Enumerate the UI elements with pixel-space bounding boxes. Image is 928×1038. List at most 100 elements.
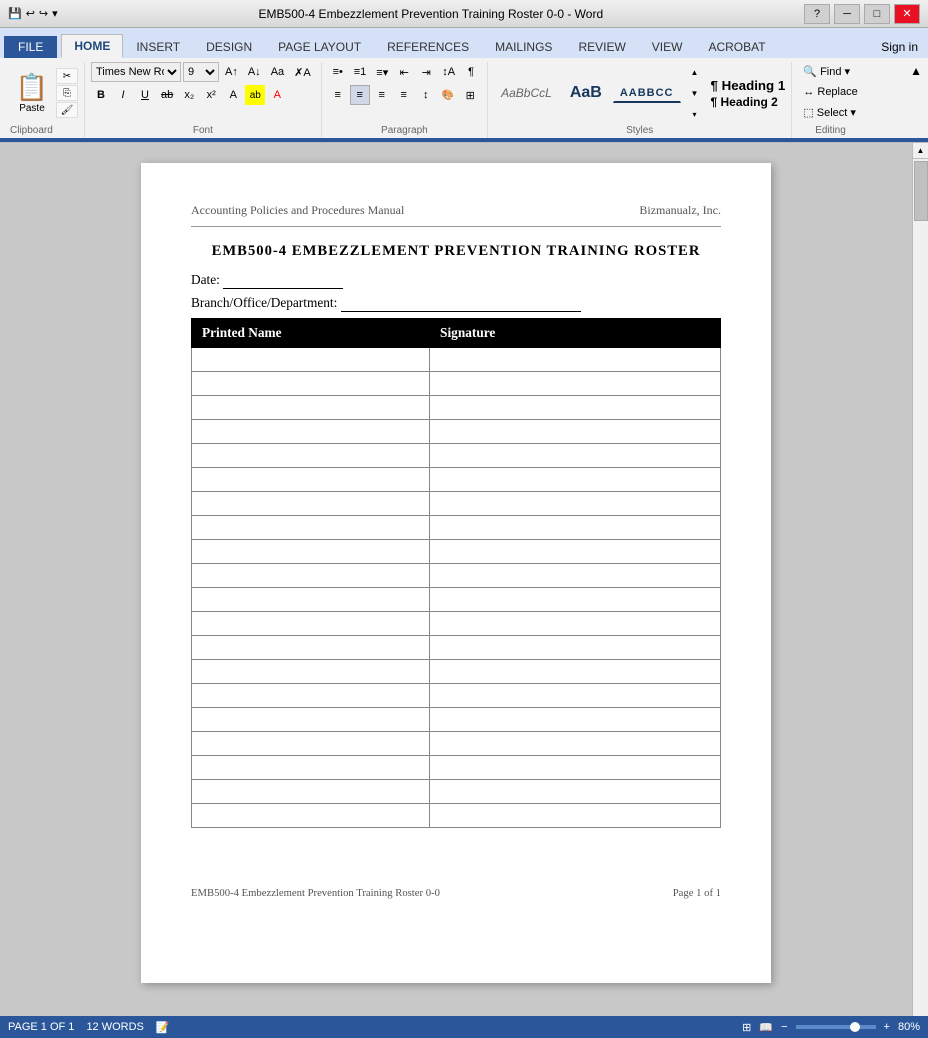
format-painter-button[interactable]: 🖌 [56,102,78,118]
name-cell[interactable] [192,636,430,660]
tab-home[interactable]: HOME [61,34,123,58]
table-row[interactable] [192,588,721,612]
font-size-select[interactable]: 9 [183,62,219,82]
table-row[interactable] [192,564,721,588]
increase-indent-button[interactable]: ⇥ [416,62,436,82]
table-row[interactable] [192,612,721,636]
change-case-button[interactable]: Aa [267,62,288,82]
table-row[interactable] [192,540,721,564]
ribbon-collapse-button[interactable]: ▲ [908,62,924,80]
name-cell[interactable] [192,420,430,444]
name-cell[interactable] [192,516,430,540]
name-cell[interactable] [192,492,430,516]
signature-cell[interactable] [430,756,721,780]
name-cell[interactable] [192,348,430,372]
tab-design[interactable]: DESIGN [193,35,265,58]
zoom-slider[interactable] [796,1025,876,1029]
justify-button[interactable]: ≡ [394,85,414,105]
signature-cell[interactable] [430,420,721,444]
table-row[interactable] [192,444,721,468]
table-row[interactable] [192,420,721,444]
decrease-font-size-button[interactable]: A↓ [244,62,265,82]
table-row[interactable] [192,396,721,420]
table-row[interactable] [192,348,721,372]
redo-icon[interactable]: ↪ [39,7,48,20]
sort-button[interactable]: ↕A [438,62,459,82]
signature-cell[interactable] [430,444,721,468]
font-name-select[interactable]: Times New Ro [91,62,181,82]
subscript-button[interactable]: x₂ [179,85,199,105]
tab-file[interactable]: FILE [4,36,57,58]
name-cell[interactable] [192,684,430,708]
align-left-button[interactable]: ≡ [328,85,348,105]
name-cell[interactable] [192,708,430,732]
signature-cell[interactable] [430,468,721,492]
table-row[interactable] [192,708,721,732]
table-row[interactable] [192,516,721,540]
layout-view-icon[interactable]: ⊞ [742,1021,751,1034]
table-row[interactable] [192,636,721,660]
table-row[interactable] [192,492,721,516]
signature-cell[interactable] [430,492,721,516]
styles-more[interactable]: ▾ [685,104,705,124]
italic-button[interactable]: I [113,85,133,105]
text-effects-button[interactable]: A [223,85,243,105]
quick-access-toolbar[interactable]: 💾 ↩ ↪ ▾ [8,7,58,20]
name-cell[interactable] [192,372,430,396]
numbering-button[interactable]: ≡1 [350,62,371,82]
name-cell[interactable] [192,780,430,804]
replace-button[interactable]: ↔ Replace [798,83,862,101]
branch-value[interactable] [341,295,581,312]
scroll-thumb[interactable] [914,161,928,221]
table-row[interactable] [192,468,721,492]
undo-icon[interactable]: ↩ [26,7,35,20]
signature-cell[interactable] [430,804,721,828]
signature-cell[interactable] [430,540,721,564]
align-center-button[interactable]: ≡ [350,85,370,105]
table-row[interactable] [192,684,721,708]
bold-button[interactable]: B [91,85,111,105]
table-row[interactable] [192,372,721,396]
table-row[interactable] [192,732,721,756]
find-button[interactable]: 🔍 Find ▾ [798,62,855,81]
tab-review[interactable]: REVIEW [565,35,638,58]
sign-in-button[interactable]: Sign in [871,36,928,58]
style-heading1[interactable]: AABBCC [613,84,681,103]
signature-cell[interactable] [430,372,721,396]
minimize-button[interactable]: ─ [834,4,860,24]
name-cell[interactable] [192,564,430,588]
clear-formatting-button[interactable]: ✗A [290,62,315,82]
restore-button[interactable]: □ [864,4,890,24]
vertical-scrollbar[interactable]: ▲ [912,143,928,1016]
table-row[interactable] [192,660,721,684]
line-spacing-button[interactable]: ↕ [416,85,436,105]
font-color-button[interactable]: A [267,85,287,105]
name-cell[interactable] [192,588,430,612]
select-button[interactable]: ⬚ Select ▾ [798,103,861,122]
strikethrough-button[interactable]: ab [157,85,177,105]
heading1-style-label[interactable]: ¶ Heading 1 [711,78,786,93]
name-cell[interactable] [192,468,430,492]
styles-scroll-down[interactable]: ▼ [685,83,705,103]
style-emphasis[interactable]: AaBbCcL [494,83,559,103]
decrease-indent-button[interactable]: ⇤ [394,62,414,82]
increase-font-size-button[interactable]: A↑ [221,62,242,82]
help-button[interactable]: ? [804,4,830,24]
style-normal[interactable]: AaB [563,81,609,105]
signature-cell[interactable] [430,780,721,804]
table-row[interactable] [192,780,721,804]
save-icon[interactable]: 💾 [8,7,22,20]
signature-cell[interactable] [430,396,721,420]
cut-button[interactable]: ✂ [56,68,78,84]
align-right-button[interactable]: ≡ [372,85,392,105]
show-hide-button[interactable]: ¶ [461,62,481,82]
signature-cell[interactable] [430,564,721,588]
close-button[interactable]: ✕ [894,4,920,24]
tab-mailings[interactable]: MAILINGS [482,35,565,58]
zoom-out-icon[interactable]: − [781,1021,787,1033]
superscript-button[interactable]: x² [201,85,221,105]
paste-button[interactable]: 📋 Paste [10,68,54,118]
name-cell[interactable] [192,396,430,420]
read-mode-icon[interactable]: 📖 [759,1021,773,1034]
copy-button[interactable]: ⎘ [56,85,78,101]
